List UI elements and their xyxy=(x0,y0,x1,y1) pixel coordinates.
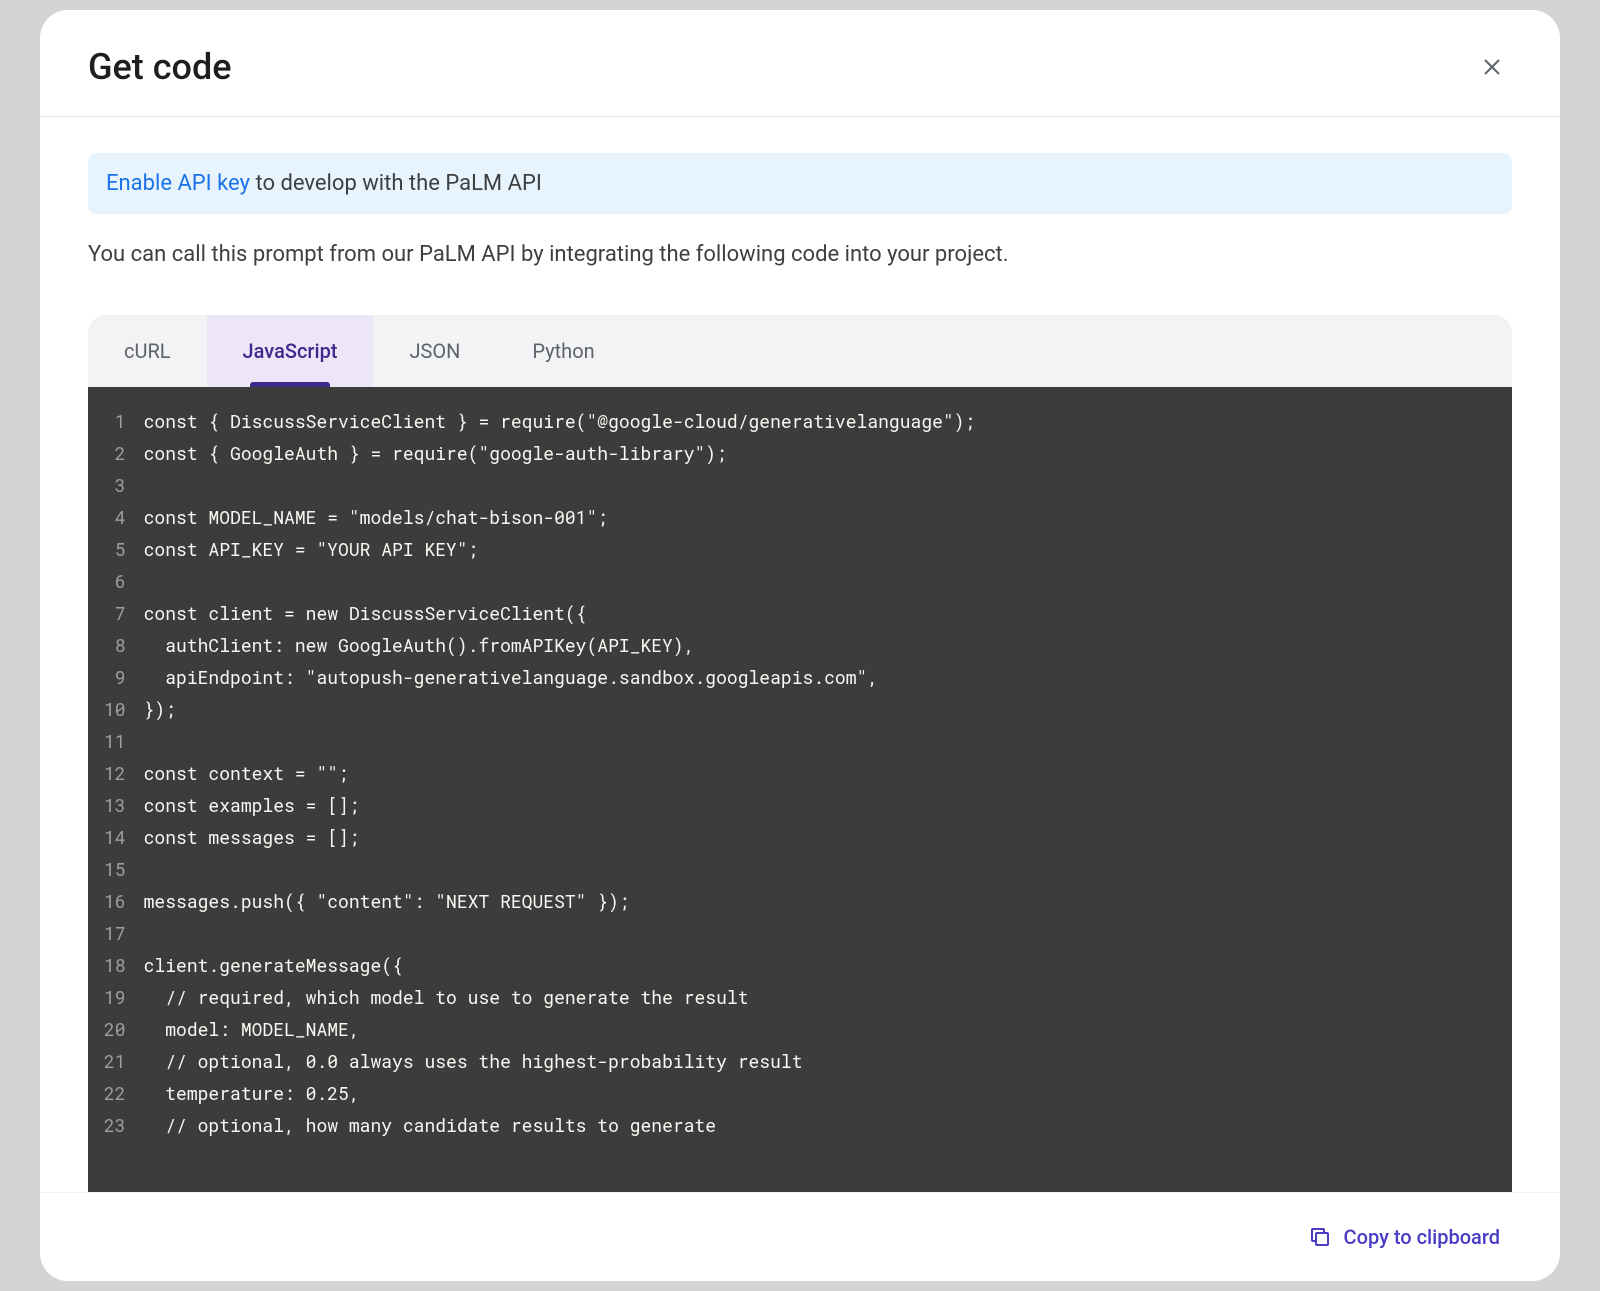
tab-javascript[interactable]: JavaScript xyxy=(207,315,374,387)
line-number: 9 xyxy=(104,661,126,693)
line-number: 8 xyxy=(104,629,126,661)
dialog-header: Get code xyxy=(40,10,1560,117)
code-line: const messages = []; xyxy=(144,821,1512,853)
line-number: 19 xyxy=(104,981,126,1013)
description-text: You can call this prompt from our PaLM A… xyxy=(88,242,1512,267)
line-number: 15 xyxy=(104,853,126,885)
line-number: 16 xyxy=(104,885,126,917)
copy-to-clipboard-button[interactable]: Copy to clipboard xyxy=(1296,1217,1512,1257)
line-number: 22 xyxy=(104,1077,126,1109)
code-container: cURL JavaScript JSON Python 123456789101… xyxy=(88,315,1512,1192)
code-line: authClient: new GoogleAuth().fromAPIKey(… xyxy=(144,629,1512,661)
code-line: const examples = []; xyxy=(144,789,1512,821)
code-line xyxy=(144,469,1512,501)
code-line: // required, which model to use to gener… xyxy=(144,981,1512,1013)
code-line: messages.push({ "content": "NEXT REQUEST… xyxy=(144,885,1512,917)
code-line: const client = new DiscussServiceClient(… xyxy=(144,597,1512,629)
line-number: 3 xyxy=(104,469,126,501)
code-line: apiEndpoint: "autopush-generativelanguag… xyxy=(144,661,1512,693)
code-line xyxy=(144,725,1512,757)
line-number: 4 xyxy=(104,501,126,533)
code-line: temperature: 0.25, xyxy=(144,1077,1512,1109)
banner-text: to develop with the PaLM API xyxy=(250,171,542,196)
code-line: // optional, 0.0 always uses the highest… xyxy=(144,1045,1512,1077)
dialog-footer: Copy to clipboard xyxy=(40,1192,1560,1281)
code-line xyxy=(144,853,1512,885)
line-number: 2 xyxy=(104,437,126,469)
line-number: 20 xyxy=(104,1013,126,1045)
tab-json[interactable]: JSON xyxy=(373,315,496,387)
code-line: const API_KEY = "YOUR API KEY"; xyxy=(144,533,1512,565)
dialog-body: Enable API key to develop with the PaLM … xyxy=(40,117,1560,1192)
code-line xyxy=(144,917,1512,949)
code-line: const { DiscussServiceClient } = require… xyxy=(144,405,1512,437)
line-number: 23 xyxy=(104,1109,126,1141)
api-key-banner: Enable API key to develop with the PaLM … xyxy=(88,153,1512,214)
dialog-title: Get code xyxy=(88,46,232,88)
code-content: const { DiscussServiceClient } = require… xyxy=(144,405,1512,1192)
code-line: const MODEL_NAME = "models/chat-bison-00… xyxy=(144,501,1512,533)
close-button[interactable] xyxy=(1472,47,1512,87)
line-number: 21 xyxy=(104,1045,126,1077)
line-number: 5 xyxy=(104,533,126,565)
line-number: 11 xyxy=(104,725,126,757)
enable-api-key-link[interactable]: Enable API key xyxy=(106,171,250,196)
code-line: model: MODEL_NAME, xyxy=(144,1013,1512,1045)
copy-label: Copy to clipboard xyxy=(1344,1225,1500,1249)
line-number: 1 xyxy=(104,405,126,437)
code-block[interactable]: 1234567891011121314151617181920212223 co… xyxy=(88,387,1512,1192)
line-number: 7 xyxy=(104,597,126,629)
code-line xyxy=(144,565,1512,597)
code-line: const context = ""; xyxy=(144,757,1512,789)
line-number: 10 xyxy=(104,693,126,725)
language-tabs: cURL JavaScript JSON Python xyxy=(88,315,1512,387)
get-code-dialog: Get code Enable API key to develop with … xyxy=(40,10,1560,1281)
line-number: 14 xyxy=(104,821,126,853)
line-number: 17 xyxy=(104,917,126,949)
tab-curl[interactable]: cURL xyxy=(88,315,207,387)
line-number: 12 xyxy=(104,757,126,789)
line-numbers: 1234567891011121314151617181920212223 xyxy=(88,405,144,1192)
code-line: // optional, how many candidate results … xyxy=(144,1109,1512,1141)
close-icon xyxy=(1480,55,1504,79)
line-number: 18 xyxy=(104,949,126,981)
copy-icon xyxy=(1308,1225,1332,1249)
code-line: const { GoogleAuth } = require("google-a… xyxy=(144,437,1512,469)
code-line: }); xyxy=(144,693,1512,725)
line-number: 13 xyxy=(104,789,126,821)
tab-python[interactable]: Python xyxy=(496,315,630,387)
code-line: client.generateMessage({ xyxy=(144,949,1512,981)
line-number: 6 xyxy=(104,565,126,597)
